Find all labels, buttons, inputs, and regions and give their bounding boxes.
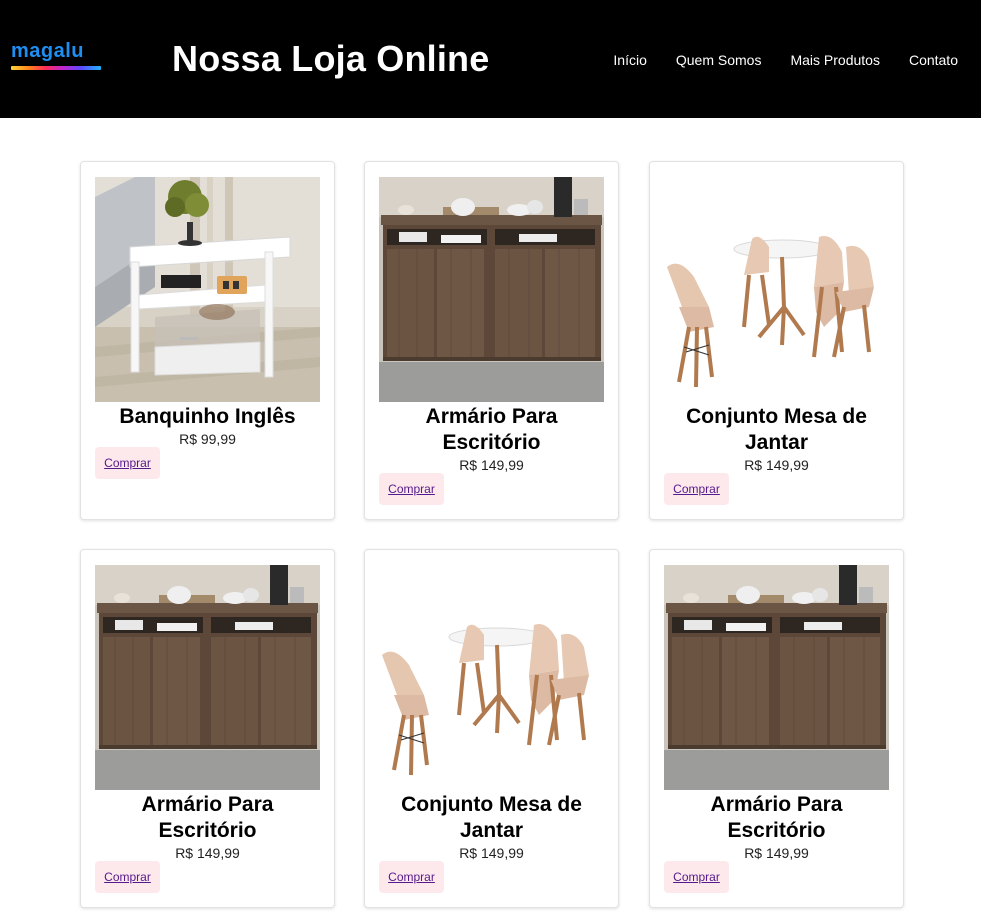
product-name: Armário Para Escritório [710,793,843,842]
nav-mais-produtos[interactable]: Mais Produtos [790,52,879,68]
buy-button[interactable]: Comprar [95,861,160,893]
product-card: Conjunto Mesa de Jantar R$ 149,99 Compra… [649,161,904,520]
product-image[interactable] [379,565,604,790]
nav-contato[interactable]: Contato [909,52,958,68]
product-image[interactable] [95,565,320,790]
product-card: Conjunto Mesa de Jantar R$ 149,99 Compra… [364,549,619,908]
buy-button[interactable]: Comprar [664,473,729,505]
product-card: Banquinho Inglês R$ 99,99 Comprar [80,161,335,520]
product-price: R$ 149,99 [744,457,809,473]
product-card: Armário Para Escritório R$ 149,99 Compra… [364,161,619,520]
product-image[interactable] [664,565,889,790]
product-name: Conjunto Mesa de Jantar [686,405,867,454]
product-price: R$ 149,99 [459,457,524,473]
logo-text: magalu [11,40,85,62]
site-title: Nossa Loja Online [172,38,490,79]
magalu-logo[interactable]: magalu [11,40,103,72]
product-name: Armário Para Escritório [425,405,558,454]
product-card: Armário Para Escritório R$ 149,99 Compra… [649,549,904,908]
product-name: Armário Para Escritório [141,793,274,842]
logo-gradient-bar [11,66,101,70]
product-price: R$ 149,99 [459,845,524,861]
product-price: R$ 99,99 [179,431,236,447]
product-price: R$ 149,99 [744,845,809,861]
product-image[interactable] [379,177,604,402]
main-nav: Início Quem Somos Mais Produtos Contato [584,52,958,68]
nav-quem-somos[interactable]: Quem Somos [676,52,762,68]
product-name: Banquinho Inglês [119,405,296,428]
buy-button[interactable]: Comprar [664,861,729,893]
buy-button[interactable]: Comprar [95,447,160,479]
buy-button[interactable]: Comprar [379,473,444,505]
site-header: magalu Nossa Loja Online Início Quem Som… [0,0,981,118]
product-card: Armário Para Escritório R$ 149,99 Compra… [80,549,335,908]
product-price: R$ 149,99 [175,845,240,861]
product-image[interactable] [95,177,320,402]
nav-inicio[interactable]: Início [613,52,646,68]
product-name: Conjunto Mesa de Jantar [401,793,582,842]
product-image[interactable] [664,177,889,402]
buy-button[interactable]: Comprar [379,861,444,893]
